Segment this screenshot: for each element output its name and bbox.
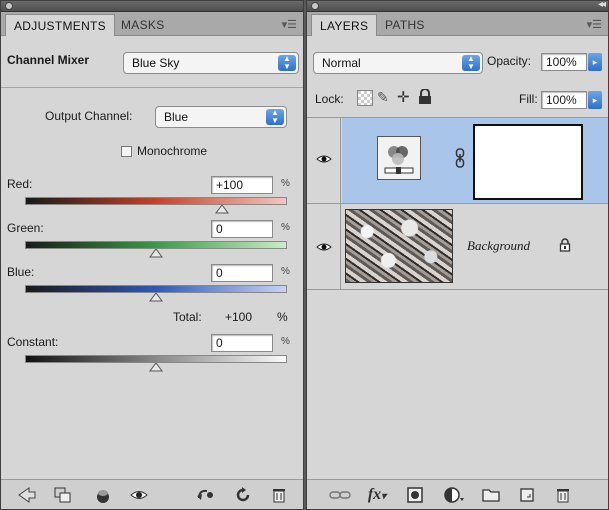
trash-icon[interactable]	[269, 486, 289, 504]
view-previous-state-icon[interactable]	[129, 486, 149, 504]
back-arrow-icon[interactable]	[17, 486, 37, 504]
layer-row-channel-mixer[interactable]	[307, 118, 608, 204]
constant-unit: %	[281, 336, 290, 347]
mask-link-icon[interactable]	[455, 148, 465, 168]
constant-input[interactable]: 0	[211, 334, 273, 352]
lock-all-icon[interactable]	[418, 88, 432, 105]
tab-paths[interactable]: PATHS	[377, 14, 433, 36]
layer-lock-icon	[559, 238, 571, 252]
total-unit: %	[277, 310, 288, 324]
blend-mode-dropdown[interactable]: Normal ▲ ▼	[313, 52, 483, 74]
red-unit: %	[281, 178, 290, 189]
fx-icon[interactable]: fx▾	[367, 486, 387, 504]
layer-mask-thumbnail[interactable]	[473, 124, 583, 200]
blue-slider-track[interactable]	[25, 285, 287, 293]
link-layers-icon[interactable]	[329, 486, 351, 504]
blue-label: Blue:	[7, 265, 35, 279]
visibility-cell[interactable]	[307, 204, 341, 289]
opacity-input[interactable]: 100%	[541, 53, 587, 71]
eye-icon	[316, 155, 332, 163]
blue-input[interactable]: 0	[211, 264, 273, 282]
tab-adjustments[interactable]: ADJUSTMENTS	[5, 14, 115, 36]
green-slider-track[interactable]	[25, 241, 287, 249]
divider	[1, 87, 303, 88]
new-adjustment-icon[interactable]	[443, 486, 464, 504]
adjustment-type-label: Channel Mixer	[7, 53, 90, 67]
panel-menu-icon[interactable]: ▾☰	[587, 18, 602, 31]
output-channel-dropdown[interactable]: Blue ▲ ▼	[155, 106, 287, 128]
preset-dropdown[interactable]: Blue Sky ▲ ▼	[123, 52, 299, 74]
tab-layers[interactable]: LAYERS	[311, 14, 378, 36]
chevron-updown-icon: ▲ ▼	[278, 55, 296, 71]
fill-label: Fill:	[519, 92, 538, 106]
tab-masks[interactable]: MASKS	[113, 14, 173, 36]
constant-slider-track[interactable]	[25, 355, 287, 363]
visibility-toggle-icon[interactable]	[93, 486, 113, 504]
layers-list: Background	[307, 117, 608, 290]
blue-unit: %	[281, 266, 290, 277]
adjustments-bottom-bar	[1, 479, 303, 509]
collapse-icon[interactable]: ◂◂	[598, 1, 606, 10]
new-layer-icon[interactable]	[517, 486, 537, 504]
chevron-updown-icon: ▲ ▼	[462, 55, 480, 71]
layer-name[interactable]: Background	[467, 238, 530, 254]
red-label: Red:	[7, 177, 33, 191]
preset-value: Blue Sky	[132, 56, 180, 70]
total-label: Total:	[173, 310, 202, 324]
blend-mode-value: Normal	[322, 56, 361, 70]
adjustment-thumbnail-icon	[377, 136, 421, 180]
lock-transparency-icon[interactable]	[357, 90, 373, 106]
background-image-thumbnail	[345, 209, 453, 283]
visibility-cell[interactable]	[307, 118, 341, 203]
constant-label: Constant:	[7, 335, 59, 349]
layers-tab-bar: LAYERS PATHS ▾☰	[307, 12, 608, 36]
adjustments-tab-bar: ADJUSTMENTS MASKS ▾☰	[1, 12, 303, 36]
red-input[interactable]: +100	[211, 176, 273, 194]
clip-to-layer-icon[interactable]	[53, 486, 73, 504]
adjustments-panel: ADJUSTMENTS MASKS ▾☰ Channel Mixer Blue …	[0, 0, 304, 510]
monochrome-checkbox[interactable]	[121, 146, 132, 157]
adjustments-titlebar[interactable]	[1, 1, 303, 12]
lock-image-icon[interactable]: ✎	[377, 89, 395, 107]
layers-titlebar[interactable]: ◂◂	[307, 1, 608, 12]
panel-menu-icon[interactable]: ▾☰	[282, 18, 297, 31]
green-input[interactable]: 0	[211, 220, 273, 238]
fx-text: fx	[367, 486, 382, 503]
red-slider-track[interactable]	[25, 197, 287, 205]
reset-icon[interactable]	[233, 486, 253, 504]
lock-label: Lock:	[315, 92, 344, 106]
layers-panel: ◂◂ LAYERS PATHS ▾☰ Normal ▲ ▼ Opacity: 10…	[306, 0, 609, 510]
add-mask-icon[interactable]	[405, 486, 425, 504]
trash-icon[interactable]	[553, 486, 573, 504]
opacity-slider-arrow-icon[interactable]: ▸	[588, 53, 602, 71]
layer-row-background[interactable]: Background	[307, 204, 608, 290]
fill-slider-arrow-icon[interactable]: ▸	[588, 91, 602, 109]
green-label: Green:	[7, 221, 44, 235]
total-value: +100	[225, 310, 253, 324]
eye-icon	[316, 243, 332, 251]
output-channel-label: Output Channel:	[45, 109, 133, 123]
green-unit: %	[281, 222, 290, 233]
close-icon[interactable]	[5, 2, 13, 10]
close-icon[interactable]	[311, 2, 319, 10]
view-previous-icon[interactable]	[195, 486, 215, 504]
opacity-label: Opacity:	[487, 54, 532, 68]
lock-position-icon[interactable]: ✛	[397, 88, 415, 106]
new-group-icon[interactable]	[481, 486, 501, 504]
monochrome-label: Monochrome	[137, 144, 208, 158]
fill-input[interactable]: 100%	[541, 91, 587, 109]
layers-bottom-bar: fx▾	[307, 479, 608, 509]
output-channel-value: Blue	[164, 110, 189, 124]
chevron-updown-icon: ▲ ▼	[266, 109, 284, 125]
